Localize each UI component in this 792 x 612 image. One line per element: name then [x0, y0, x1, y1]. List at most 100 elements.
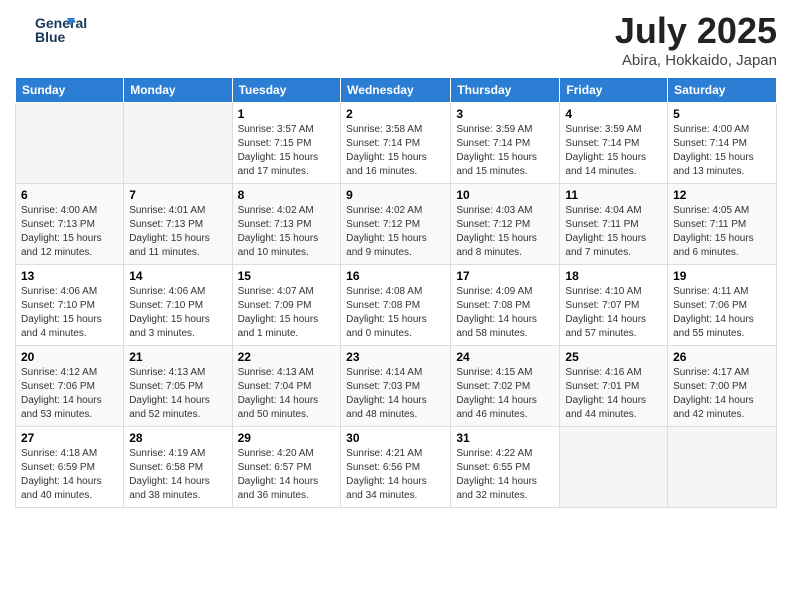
- day-info: Sunrise: 4:07 AMSunset: 7:09 PMDaylight:…: [238, 285, 336, 341]
- calendar-cell: 29Sunrise: 4:20 AMSunset: 6:57 PMDayligh…: [232, 427, 341, 508]
- calendar-cell: 28 Sunrise: 4:19 AMSunset: 6:58 PMDayligh…: [124, 427, 232, 508]
- calendar-cell: 9 Sunrise: 4:02 AMSunset: 7:12 PMDaylight…: [341, 184, 451, 265]
- day-number: 1: [238, 107, 336, 121]
- calendar-cell: 6Sunrise: 4:00 AMSunset: 7:13 PMDaylight…: [16, 184, 124, 265]
- day-info: Sunrise: 4:05 AMSunset: 7:11 PMDaylight:…: [673, 204, 771, 260]
- calendar-page: General Blue July 2025 Abira, Hokkaido, …: [0, 0, 792, 612]
- day-info: Sunrise: 4:04 AMSunset: 7:11 PMDaylight:…: [565, 204, 662, 260]
- day-number: 31: [456, 431, 554, 445]
- day-info: Sunrise: 4:15 AMSunset: 7:02 PMDaylight:…: [456, 366, 554, 422]
- day-info: Sunrise: 4:01 AMSunset: 7:13 PMDaylight:…: [129, 204, 226, 260]
- day-number: 22: [238, 350, 336, 364]
- calendar-cell: 18Sunrise: 4:10 AMSunset: 7:07 PMDayligh…: [560, 265, 668, 346]
- day-info: Sunrise: 4:21 AMSunset: 6:56 PMDaylight:…: [346, 447, 445, 503]
- day-number: 23: [346, 350, 445, 364]
- calendar-cell: 7 Sunrise: 4:01 AMSunset: 7:13 PMDaylight…: [124, 184, 232, 265]
- calendar-cell: 27 Sunrise: 4:18 AMSunset: 6:59 PMDayligh…: [16, 427, 124, 508]
- calendar-cell: 4 Sunrise: 3:59 AMSunset: 7:14 PMDaylight…: [560, 103, 668, 184]
- calendar-cell: [16, 103, 124, 184]
- page-header: General Blue July 2025 Abira, Hokkaido, …: [15, 10, 777, 69]
- day-info: Sunrise: 4:16 AMSunset: 7:01 PMDaylight:…: [565, 366, 662, 422]
- day-info: Sunrise: 4:02 AMSunset: 7:12 PMDaylight:…: [346, 204, 445, 260]
- calendar-cell: 15 Sunrise: 4:07 AMSunset: 7:09 PMDayligh…: [232, 265, 341, 346]
- day-info: Sunrise: 4:18 AMSunset: 6:59 PMDaylight:…: [21, 447, 118, 503]
- calendar-cell: 2 Sunrise: 3:58 AMSunset: 7:14 PMDaylight…: [341, 103, 451, 184]
- calendar-cell: 26Sunrise: 4:17 AMSunset: 7:00 PMDayligh…: [668, 346, 777, 427]
- week-row-4: 20Sunrise: 4:12 AMSunset: 7:06 PMDayligh…: [16, 346, 777, 427]
- day-number: 11: [565, 188, 662, 202]
- header-day-thursday: Thursday: [451, 78, 560, 103]
- day-info: Sunrise: 4:11 AMSunset: 7:06 PMDaylight:…: [673, 285, 771, 341]
- calendar-cell: 25Sunrise: 4:16 AMSunset: 7:01 PMDayligh…: [560, 346, 668, 427]
- calendar-cell: 19 Sunrise: 4:11 AMSunset: 7:06 PMDayligh…: [668, 265, 777, 346]
- calendar-cell: 24 Sunrise: 4:15 AMSunset: 7:02 PMDayligh…: [451, 346, 560, 427]
- day-info: Sunrise: 4:20 AMSunset: 6:57 PMDaylight:…: [238, 447, 336, 503]
- day-number: 28: [129, 431, 226, 445]
- calendar-cell: 16Sunrise: 4:08 AMSunset: 7:08 PMDayligh…: [341, 265, 451, 346]
- day-info: Sunrise: 3:57 AMSunset: 7:15 PMDaylight:…: [238, 123, 336, 179]
- day-info: Sunrise: 4:00 AMSunset: 7:14 PMDaylight:…: [673, 123, 771, 179]
- day-number: 15: [238, 269, 336, 283]
- logo-icon: General Blue: [15, 10, 95, 50]
- day-info: Sunrise: 4:02 AMSunset: 7:13 PMDaylight:…: [238, 204, 336, 260]
- day-number: 20: [21, 350, 118, 364]
- day-info: Sunrise: 4:14 AMSunset: 7:03 PMDaylight:…: [346, 366, 445, 422]
- day-number: 14: [129, 269, 226, 283]
- day-number: 13: [21, 269, 118, 283]
- calendar-cell: 12Sunrise: 4:05 AMSunset: 7:11 PMDayligh…: [668, 184, 777, 265]
- calendar-cell: 20Sunrise: 4:12 AMSunset: 7:06 PMDayligh…: [16, 346, 124, 427]
- header-day-friday: Friday: [560, 78, 668, 103]
- day-info: Sunrise: 4:13 AMSunset: 7:05 PMDaylight:…: [129, 366, 226, 422]
- day-number: 10: [456, 188, 554, 202]
- logo: General Blue: [15, 10, 95, 50]
- calendar-cell: 22Sunrise: 4:13 AMSunset: 7:04 PMDayligh…: [232, 346, 341, 427]
- svg-text:Blue: Blue: [35, 29, 66, 45]
- day-number: 9: [346, 188, 445, 202]
- day-number: 21: [129, 350, 226, 364]
- day-number: 24: [456, 350, 554, 364]
- calendar-cell: 5 Sunrise: 4:00 AMSunset: 7:14 PMDaylight…: [668, 103, 777, 184]
- day-number: 19: [673, 269, 771, 283]
- day-number: 16: [346, 269, 445, 283]
- day-info: Sunrise: 4:06 AMSunset: 7:10 PMDaylight:…: [21, 285, 118, 341]
- calendar-cell: [668, 427, 777, 508]
- day-number: 2: [346, 107, 445, 121]
- day-number: 17: [456, 269, 554, 283]
- day-info: Sunrise: 4:03 AMSunset: 7:12 PMDaylight:…: [456, 204, 554, 260]
- week-row-2: 6Sunrise: 4:00 AMSunset: 7:13 PMDaylight…: [16, 184, 777, 265]
- week-row-5: 27 Sunrise: 4:18 AMSunset: 6:59 PMDayligh…: [16, 427, 777, 508]
- day-number: 18: [565, 269, 662, 283]
- calendar-cell: 1 Sunrise: 3:57 AMSunset: 7:15 PMDaylight…: [232, 103, 341, 184]
- calendar-cell: [560, 427, 668, 508]
- day-number: 5: [673, 107, 771, 121]
- day-info: Sunrise: 4:22 AMSunset: 6:55 PMDaylight:…: [456, 447, 554, 503]
- week-row-1: 1 Sunrise: 3:57 AMSunset: 7:15 PMDaylight…: [16, 103, 777, 184]
- title-block: July 2025 Abira, Hokkaido, Japan: [615, 10, 777, 69]
- header-day-monday: Monday: [124, 78, 232, 103]
- day-info: Sunrise: 4:17 AMSunset: 7:00 PMDaylight:…: [673, 366, 771, 422]
- day-info: Sunrise: 3:59 AMSunset: 7:14 PMDaylight:…: [456, 123, 554, 179]
- day-info: Sunrise: 3:58 AMSunset: 7:14 PMDaylight:…: [346, 123, 445, 179]
- day-number: 30: [346, 431, 445, 445]
- calendar-cell: 10 Sunrise: 4:03 AMSunset: 7:12 PMDayligh…: [451, 184, 560, 265]
- header-day-wednesday: Wednesday: [341, 78, 451, 103]
- week-row-3: 13 Sunrise: 4:06 AMSunset: 7:10 PMDayligh…: [16, 265, 777, 346]
- day-number: 3: [456, 107, 554, 121]
- calendar-cell: 30 Sunrise: 4:21 AMSunset: 6:56 PMDayligh…: [341, 427, 451, 508]
- header-row: SundayMondayTuesdayWednesdayThursdayFrid…: [16, 78, 777, 103]
- calendar-cell: 3 Sunrise: 3:59 AMSunset: 7:14 PMDaylight…: [451, 103, 560, 184]
- calendar-cell: 14Sunrise: 4:06 AMSunset: 7:10 PMDayligh…: [124, 265, 232, 346]
- day-info: Sunrise: 3:59 AMSunset: 7:14 PMDaylight:…: [565, 123, 662, 179]
- header-day-saturday: Saturday: [668, 78, 777, 103]
- calendar-cell: 11 Sunrise: 4:04 AMSunset: 7:11 PMDayligh…: [560, 184, 668, 265]
- calendar-cell: 8Sunrise: 4:02 AMSunset: 7:13 PMDaylight…: [232, 184, 341, 265]
- calendar-cell: 13 Sunrise: 4:06 AMSunset: 7:10 PMDayligh…: [16, 265, 124, 346]
- calendar-cell: 17 Sunrise: 4:09 AMSunset: 7:08 PMDayligh…: [451, 265, 560, 346]
- day-number: 4: [565, 107, 662, 121]
- day-number: 7: [129, 188, 226, 202]
- day-info: Sunrise: 4:09 AMSunset: 7:08 PMDaylight:…: [456, 285, 554, 341]
- day-info: Sunrise: 4:19 AMSunset: 6:58 PMDaylight:…: [129, 447, 226, 503]
- day-number: 27: [21, 431, 118, 445]
- calendar-cell: 23 Sunrise: 4:14 AMSunset: 7:03 PMDayligh…: [341, 346, 451, 427]
- calendar-cell: 31 Sunrise: 4:22 AMSunset: 6:55 PMDayligh…: [451, 427, 560, 508]
